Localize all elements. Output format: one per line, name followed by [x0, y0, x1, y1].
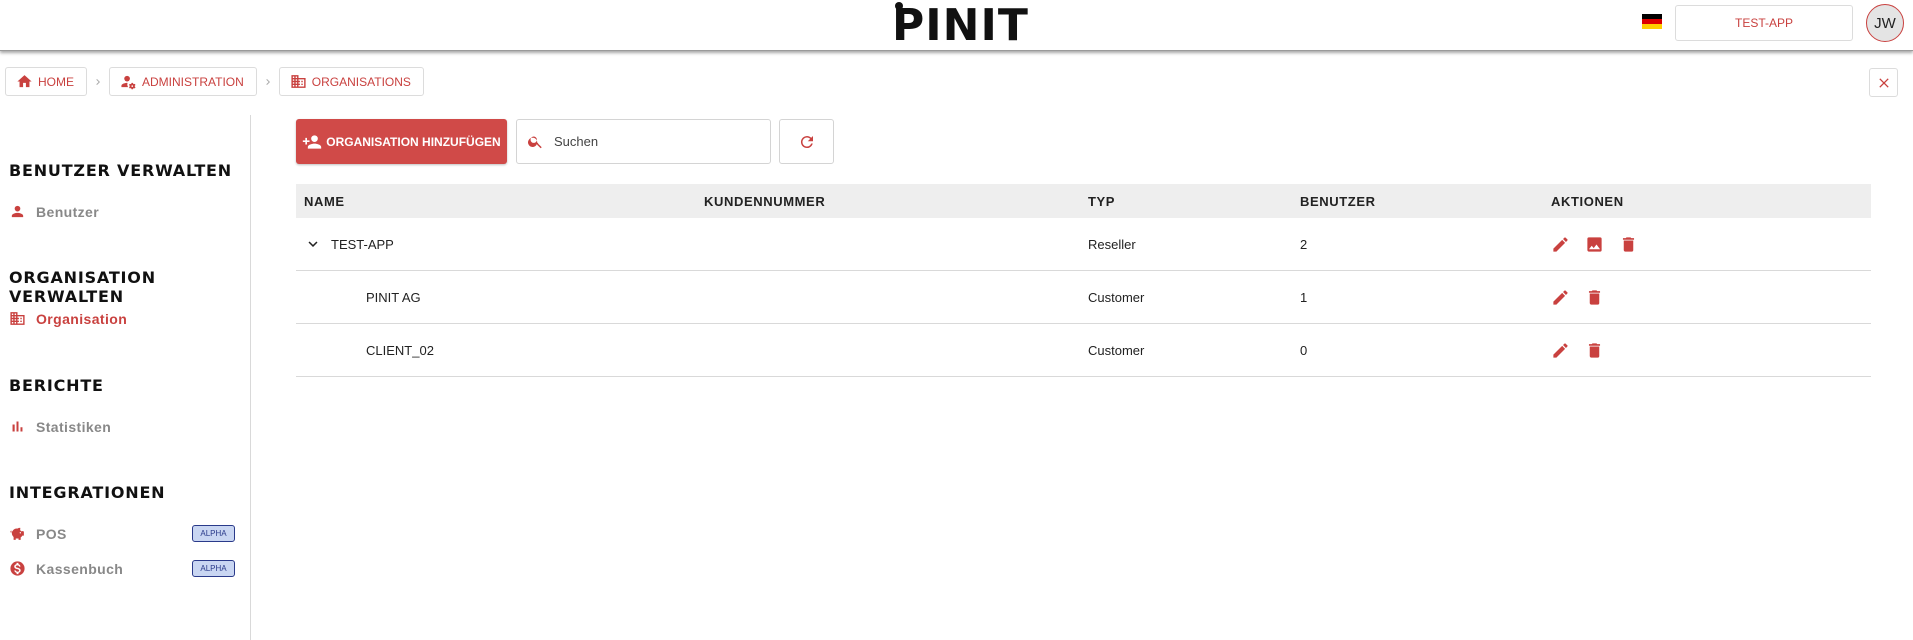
- column-header-kundennummer[interactable]: KUNDENNUMMER: [704, 194, 825, 209]
- german-flag-icon[interactable]: [1642, 14, 1662, 29]
- sidebar-item-label: Kassenbuch: [36, 560, 124, 577]
- benutzer-cell: 0: [1300, 342, 1308, 358]
- close-button[interactable]: [1869, 68, 1898, 97]
- typ-cell: Customer: [1088, 342, 1145, 358]
- sidebar-section-title: BERICHTE: [9, 376, 104, 395]
- sidebar-section-title: ORGANISATION VERWALTEN: [9, 268, 156, 306]
- bar-chart-icon: [12, 421, 23, 432]
- add-organisation-label: ORGANISATION HINZUFÜGEN: [326, 134, 501, 149]
- logo-text: PINIT: [892, 0, 1029, 51]
- edit-icon[interactable]: [1551, 235, 1570, 254]
- table-header: NAME KUNDENNUMMER TYP BENUTZER AKTIONEN: [296, 184, 1871, 218]
- close-icon: [1878, 77, 1889, 88]
- actions-cell: [1551, 235, 1653, 254]
- actions-cell: [1551, 341, 1619, 360]
- breadcrumb: HOME ADMINISTRATION ORGANISATIONS: [5, 67, 424, 96]
- column-header-benutzer[interactable]: BENUTZER: [1300, 194, 1376, 209]
- chevron-right-icon: [87, 76, 109, 88]
- search-icon: [528, 136, 542, 149]
- edit-icon[interactable]: [1551, 288, 1570, 307]
- edit-icon[interactable]: [1551, 341, 1570, 360]
- image-icon[interactable]: [1585, 235, 1604, 254]
- column-header-name[interactable]: NAME: [304, 194, 345, 209]
- breadcrumb-label: ADMINISTRATION: [142, 74, 244, 89]
- sidebar-item-statistiken[interactable]: Statistiken: [9, 418, 111, 435]
- sidebar-item-organisation[interactable]: Organisation: [9, 310, 127, 327]
- top-header: PINIT TEST-APP JW: [0, 0, 1913, 51]
- sidebar-item-label: Statistiken: [36, 418, 112, 435]
- admin-settings-icon: [121, 75, 136, 90]
- tenant-selector-button[interactable]: TEST-APP: [1675, 5, 1853, 41]
- building-icon: [291, 75, 306, 88]
- sidebar-section-title: INTEGRATIONEN: [9, 483, 166, 502]
- sidebar-section-title: BENUTZER VERWALTEN: [9, 161, 232, 180]
- chevron-right-icon: [257, 76, 279, 88]
- table-row[interactable]: PINIT AG Customer 1: [296, 271, 1871, 324]
- refresh-icon: [800, 135, 813, 148]
- chevron-down-icon[interactable]: [304, 235, 322, 253]
- alpha-badge: ALPHA: [192, 560, 235, 577]
- benutzer-cell: 2: [1300, 236, 1308, 252]
- piggy-bank-icon: [10, 527, 24, 540]
- sidebar-item-pos[interactable]: POS: [9, 525, 67, 542]
- breadcrumb-organisations[interactable]: ORGANISATIONS: [278, 67, 424, 96]
- sidebar-item-kassenbuch[interactable]: Kassenbuch: [9, 560, 123, 577]
- home-icon: [17, 75, 32, 88]
- table-row[interactable]: CLIENT_02 Customer 0: [296, 324, 1871, 377]
- refresh-button[interactable]: [779, 119, 834, 164]
- organisation-name: TEST-APP: [331, 236, 394, 252]
- breadcrumb-label: ORGANISATIONS: [311, 74, 411, 89]
- search-box: [516, 119, 771, 164]
- pinit-logo: PINIT: [892, 2, 1029, 48]
- person-icon: [11, 205, 24, 218]
- sidebar-item-benutzer[interactable]: Benutzer: [9, 203, 99, 220]
- dollar-coin-icon: [10, 561, 25, 576]
- organisation-name: CLIENT_02: [366, 342, 434, 358]
- delete-icon[interactable]: [1585, 341, 1604, 360]
- add-person-icon: [303, 134, 322, 149]
- sidebar: BENUTZER VERWALTEN Benutzer ORGANISATION…: [0, 115, 251, 640]
- table-row[interactable]: TEST-APP Reseller 2: [296, 218, 1871, 271]
- column-header-typ[interactable]: TYP: [1088, 194, 1115, 209]
- alpha-badge: ALPHA: [192, 525, 235, 542]
- add-organisation-button[interactable]: ORGANISATION HINZUFÜGEN: [296, 119, 507, 164]
- user-avatar[interactable]: JW: [1866, 4, 1904, 42]
- breadcrumb-administration[interactable]: ADMINISTRATION: [109, 67, 257, 96]
- building-icon: [10, 312, 25, 325]
- sidebar-item-label: Organisation: [36, 310, 128, 327]
- delete-icon[interactable]: [1585, 288, 1604, 307]
- sidebar-item-label: Benutzer: [36, 203, 100, 220]
- organisations-table: NAME KUNDENNUMMER TYP BENUTZER AKTIONEN …: [296, 184, 1871, 377]
- breadcrumb-home[interactable]: HOME: [5, 67, 87, 96]
- benutzer-cell: 1: [1300, 289, 1308, 305]
- delete-icon[interactable]: [1619, 235, 1638, 254]
- actions-cell: [1551, 288, 1619, 307]
- breadcrumb-label: HOME: [38, 74, 74, 89]
- typ-cell: Customer: [1088, 289, 1145, 305]
- sidebar-item-label: POS: [36, 525, 67, 542]
- name-cell: TEST-APP: [304, 235, 394, 253]
- search-input[interactable]: [554, 134, 744, 149]
- organisation-name: PINIT AG: [366, 289, 421, 305]
- typ-cell: Reseller: [1088, 236, 1136, 252]
- logo-dot: [895, 2, 903, 10]
- column-header-aktionen: AKTIONEN: [1551, 193, 1624, 209]
